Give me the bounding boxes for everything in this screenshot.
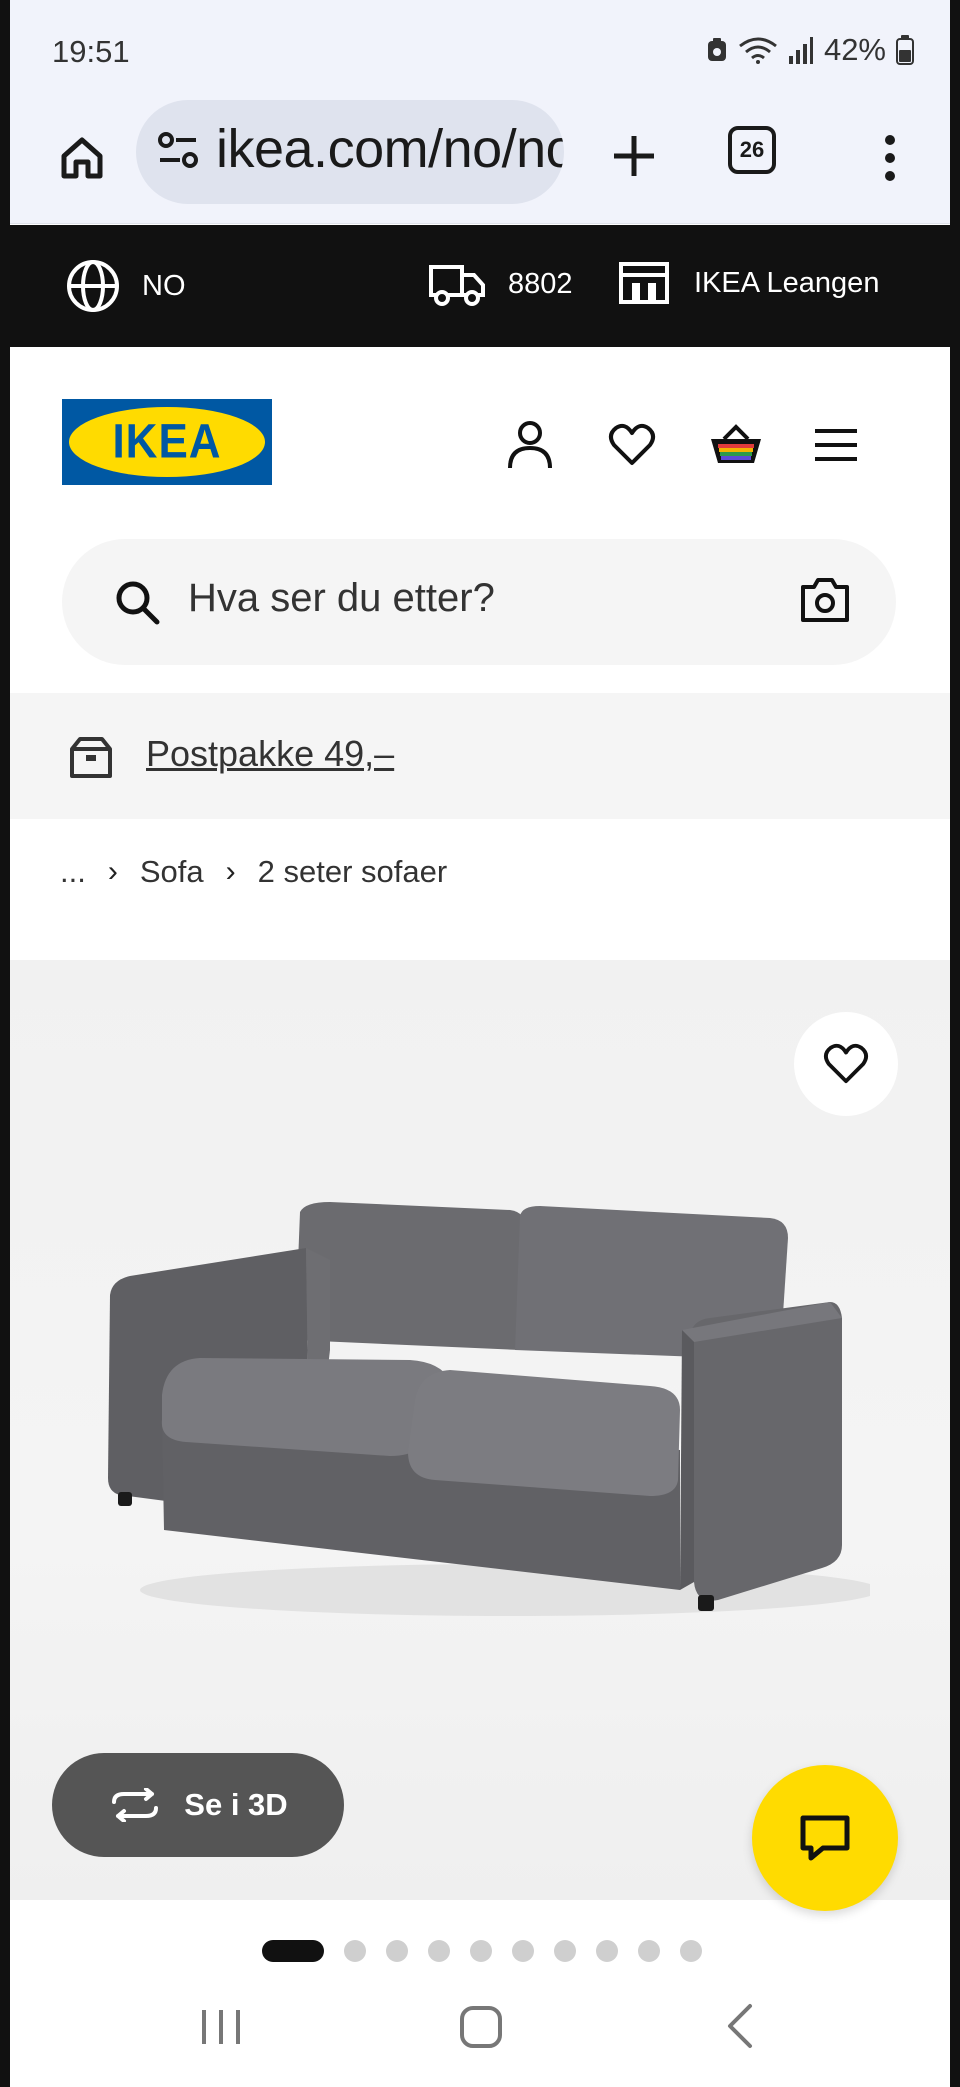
tabs-switcher-button[interactable]: 26 [728,126,776,174]
product-image-gallery[interactable]: Se i 3D [10,960,950,1911]
search-input[interactable]: Hva ser du etter? [188,576,495,621]
promo-banner[interactable]: Postpakke 49,– [10,693,950,819]
store-label: IKEA Leangen [694,266,880,299]
battery-percent: 42% [823,32,886,67]
tune-icon[interactable] [156,130,200,170]
new-tab-button[interactable] [598,120,670,192]
system-home-icon[interactable] [458,2004,504,2050]
heart-icon [824,1043,868,1084]
ikea-topbar: NO 8802 IKEA Leangen [10,225,950,347]
carousel-dot[interactable] [596,1940,618,1962]
view-3d-label: Se i 3D [184,1787,288,1822]
breadcrumb-ellipsis[interactable]: ... [60,854,86,890]
chat-icon [800,1815,850,1861]
chat-button[interactable] [752,1765,898,1911]
browser-home-button[interactable] [46,122,118,194]
basket-button[interactable] [708,417,764,473]
postal-code-selector[interactable]: 8802 [428,261,573,307]
favourites-button[interactable] [604,417,660,473]
carousel-dot[interactable] [638,1940,660,1962]
store-icon [619,262,669,304]
wifi-icon [739,37,777,64]
status-bar: 19:51 42% [10,0,950,100]
carousel-dot-active[interactable] [262,1940,324,1962]
hamburger-icon [815,429,857,461]
sofa-product-image [108,1202,870,1616]
promo-link[interactable]: Postpakke 49,– [146,733,394,775]
carousel-dot[interactable] [680,1940,702,1962]
camera-icon[interactable] [800,577,850,623]
breadcrumb: ... › Sofa › 2 seter sofaer [60,854,447,890]
status-icons: 42% [706,32,914,68]
system-nav-bar [10,1980,950,2087]
carousel-indicator [262,1940,702,1962]
globe-icon [67,260,119,312]
search-bar[interactable]: Hva ser du etter? [62,539,896,665]
back-icon[interactable] [724,2002,756,2050]
package-icon [70,737,112,778]
carousel-dot[interactable] [386,1940,408,1962]
battery-icon [896,35,914,65]
status-time: 19:51 [52,34,130,69]
product-favourite-button[interactable] [794,1012,898,1116]
language-label: NO [142,269,186,302]
url-text[interactable]: ikea.com/no/no/p/vimle-2-seters-sofa [216,118,564,180]
carousel-dot[interactable] [470,1940,492,1962]
postal-code-label: 8802 [508,267,573,300]
battery-saver-icon [707,38,726,61]
carousel-dot[interactable] [344,1940,366,1962]
breadcrumb-item-2-seter[interactable]: 2 seter sofaer [258,854,448,890]
ikea-logo[interactable]: IKEA [62,399,272,485]
basket-icon [711,424,761,463]
logo-ellipse: IKEA [69,407,265,477]
menu-button[interactable] [808,417,864,473]
home-icon [61,137,103,179]
user-icon [508,421,552,469]
account-button[interactable] [502,417,558,473]
language-selector[interactable]: NO [66,259,186,313]
store-selector[interactable]: IKEA Leangen [618,261,879,305]
address-bar[interactable]: ikea.com/no/no/p/vimle-2-seters-sofa [136,100,564,204]
browser-menu-button[interactable] [870,122,910,194]
breadcrumb-item-sofa[interactable]: Sofa [140,854,204,890]
truck-icon [429,265,485,306]
carousel-dot[interactable] [428,1940,450,1962]
rotate-3d-icon [112,1788,159,1822]
carousel-dot[interactable] [554,1940,576,1962]
more-vert-icon [885,135,895,181]
plus-icon [614,136,654,176]
breadcrumb-chevron-icon: › [225,855,236,888]
view-3d-button[interactable]: Se i 3D [52,1753,344,1857]
breadcrumb-chevron-icon: › [107,855,118,888]
recent-apps-icon[interactable] [198,2004,244,2048]
carousel-dot[interactable] [512,1940,534,1962]
search-icon [116,581,160,625]
logo-text: IKEA [112,414,222,469]
signal-icon [788,37,813,64]
heart-icon [609,423,655,465]
phone-screen: 19:51 42% ikea.com/no/no/p/vimle-2-seter… [10,0,950,2087]
site-header: IKEA Hva ser du etter? [10,347,950,693]
browser-toolbar: ikea.com/no/no/p/vimle-2-seters-sofa 26 [10,100,950,224]
